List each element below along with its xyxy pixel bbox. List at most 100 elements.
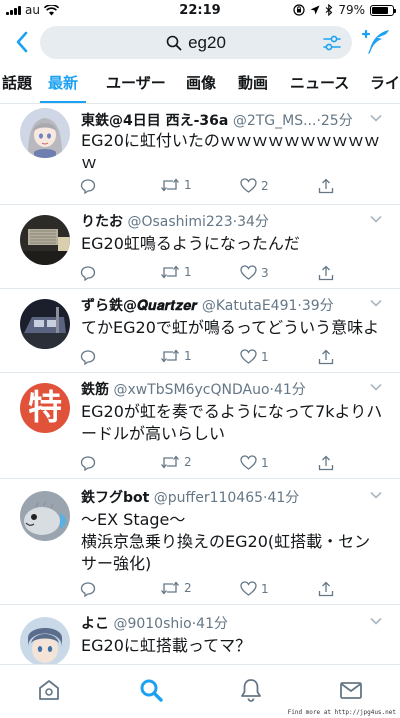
chevron-down-icon[interactable] — [370, 383, 382, 391]
tweet[interactable]: 鉄フグbot @puffer110465·41分 〜EX Stage〜 横浜京急… — [0, 479, 400, 605]
handle: @xwTbSM6ycQNDAuo — [113, 382, 270, 398]
tweet-text: EG20に虹付いたのｗｗｗｗｗｗｗｗｗｗｗ — [81, 131, 380, 172]
tab-news[interactable]: ニュース — [290, 72, 349, 93]
battery-icon — [370, 4, 396, 16]
status-bar: au 22:19 79% — [0, 0, 400, 22]
handle: @KatutaE491 — [201, 298, 298, 314]
tweet[interactable]: りたお @Osashimi223·34分 EG20虹鳴るようになったんだ 1 3 — [0, 205, 400, 289]
like-button[interactable]: 3 — [240, 265, 269, 280]
handle: @puffer110465 — [153, 490, 264, 506]
reply-button[interactable] — [80, 265, 96, 281]
heart-icon — [240, 455, 257, 470]
home-icon[interactable] — [36, 677, 62, 703]
heart-icon — [240, 265, 257, 280]
retweet-icon — [161, 178, 179, 192]
back-button[interactable] — [8, 28, 36, 56]
battery-percent: 79% — [338, 3, 365, 17]
watermark: Find more at http://jpg4us.net — [287, 709, 396, 716]
tweet[interactable]: ずら鉄@𝑸𝒖𝒂𝒓𝒕𝒛𝒆𝒓 @KatutaE491·39分 てかEG20で虹が鳴る… — [0, 289, 400, 373]
display-name[interactable]: 鉄フグbot — [81, 490, 149, 506]
toku-kanji-avatar: 特 — [28, 388, 62, 428]
like-button[interactable]: 1 — [240, 581, 269, 596]
share-button[interactable] — [318, 265, 334, 281]
reply-button[interactable] — [80, 455, 96, 471]
tweet-feed[interactable]: 東鉄@4日目 西え-36a @2TG_MS...·25分 EG20に虹付いたのｗ… — [0, 104, 400, 664]
share-icon — [318, 455, 334, 471]
tab-live[interactable]: ライ — [370, 72, 400, 93]
chevron-down-icon[interactable] — [370, 617, 382, 625]
chevron-down-icon[interactable] — [370, 114, 382, 122]
tweet[interactable]: 東鉄@4日目 西え-36a @2TG_MS...·25分 EG20に虹付いたのｗ… — [0, 104, 400, 205]
chevron-down-icon[interactable] — [370, 215, 382, 223]
retweet-count: 2 — [184, 455, 192, 469]
share-button[interactable] — [318, 349, 334, 365]
tweet-actions: 1 3 — [80, 265, 370, 285]
tab-photos[interactable]: 画像 — [186, 72, 216, 93]
retweet-button[interactable]: 1 — [160, 178, 192, 192]
avatar[interactable] — [20, 617, 70, 664]
timestamp: 41分 — [273, 382, 306, 398]
tweet-header: りたお @Osashimi223·34分 — [81, 214, 269, 230]
display-name[interactable]: 東鉄@4日目 西え-36a — [81, 113, 228, 129]
display-name[interactable]: ずら鉄@𝑸𝒖𝒂𝒓𝒕𝒛𝒆𝒓 — [81, 298, 197, 314]
retweet-button[interactable]: 1 — [160, 265, 192, 279]
status-right: 79% — [293, 3, 396, 17]
battery-level — [372, 6, 388, 14]
retweet-button[interactable]: 2 — [160, 455, 192, 469]
bluetooth-icon — [325, 4, 333, 16]
display-name[interactable]: りたお — [81, 214, 123, 230]
search-icon — [166, 35, 182, 50]
display-name[interactable]: 鉄筋 — [81, 382, 109, 398]
heart-icon — [240, 581, 257, 596]
retweet-count: 1 — [184, 178, 192, 192]
avatar[interactable] — [20, 108, 70, 158]
share-icon — [318, 349, 334, 365]
retweet-count: 2 — [184, 581, 192, 595]
search-field[interactable]: eg20 — [40, 26, 352, 59]
tweet-text: EG20が虹を奏でるようになって7kよりハードルが高いらしい — [81, 402, 383, 443]
search-icon[interactable] — [138, 677, 164, 703]
filter-icon[interactable] — [322, 33, 342, 53]
reply-icon — [80, 179, 96, 194]
avatar[interactable] — [20, 491, 70, 541]
tweet-actions: 2 1 — [80, 455, 370, 475]
like-button[interactable]: 1 — [240, 349, 269, 364]
chevron-down-icon[interactable] — [370, 299, 382, 307]
notifications-icon[interactable] — [238, 677, 264, 703]
tweet-header: 鉄フグbot @puffer110465·41分 — [81, 490, 300, 506]
retweet-button[interactable]: 2 — [160, 581, 192, 595]
tab-people[interactable]: ユーザー — [106, 72, 166, 93]
share-button[interactable] — [318, 178, 334, 194]
like-count: 1 — [261, 349, 269, 364]
search-field-content: eg20 — [40, 26, 352, 59]
share-button[interactable] — [318, 581, 334, 597]
avatar[interactable] — [20, 299, 70, 349]
avatar[interactable] — [20, 215, 70, 265]
retweet-button[interactable]: 1 — [160, 349, 192, 363]
search-query: eg20 — [188, 32, 226, 52]
tab-latest[interactable]: 最新 — [48, 72, 78, 93]
reply-button[interactable] — [80, 349, 96, 365]
display-name[interactable]: よこ — [81, 616, 109, 632]
bottom-navigation: Find more at http://jpg4us.net — [0, 664, 400, 718]
heart-icon — [240, 349, 257, 364]
anime-boy-avatar — [20, 617, 70, 664]
retweet-icon — [161, 455, 179, 469]
share-button[interactable] — [318, 455, 334, 471]
tab-top[interactable]: 話題 — [2, 72, 32, 93]
tweet[interactable]: 特 鉄筋 @xwTbSM6ycQNDAuo·41分 EG20が虹を奏でるようにな… — [0, 373, 400, 479]
messages-icon[interactable] — [338, 677, 364, 703]
tweet-actions: 1 2 — [80, 178, 370, 198]
rotation-lock-icon — [293, 4, 305, 16]
chevron-down-icon[interactable] — [370, 491, 382, 499]
retweet-icon — [161, 265, 179, 279]
avatar[interactable]: 特 — [20, 383, 70, 433]
reply-button[interactable] — [80, 178, 96, 194]
like-button[interactable]: 2 — [240, 178, 269, 193]
tweet[interactable]: よこ @9010shio·41分 EG20に虹搭載ってマ？ — [0, 605, 400, 664]
search-header: eg20 — [0, 22, 400, 66]
compose-tweet-icon[interactable] — [360, 26, 392, 58]
reply-button[interactable] — [80, 581, 96, 597]
like-button[interactable]: 1 — [240, 455, 269, 470]
tab-videos[interactable]: 動画 — [238, 72, 268, 93]
